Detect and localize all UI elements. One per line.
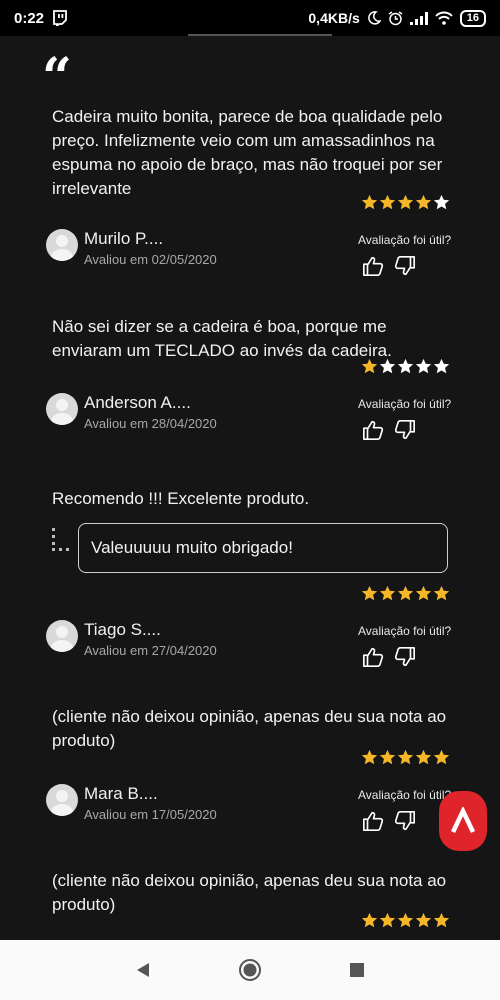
avatar (46, 784, 78, 816)
thumbs-up-icon[interactable] (362, 810, 384, 832)
star-filled-icon (415, 912, 432, 928)
star-rating (361, 749, 450, 766)
star-filled-icon (415, 749, 432, 765)
review-date: Avaliou em 02/05/2020 (84, 252, 217, 267)
home-button[interactable] (236, 956, 264, 984)
star-rating (361, 194, 450, 211)
seller-reply: Valeuuuuu muito obrigado! (78, 523, 448, 573)
review-date: Avaliou em 27/04/2020 (84, 643, 217, 658)
star-empty-icon (433, 194, 450, 210)
review-text: (cliente não deixou opinião, apenas deu … (52, 707, 447, 750)
reviewer: Mara B.... Avaliou em 17/05/2020 (46, 784, 217, 822)
star-empty-icon (397, 358, 414, 374)
helpful-label: Avaliação foi útil? (358, 624, 452, 638)
star-filled-icon (361, 749, 378, 765)
alarm-icon (388, 10, 403, 25)
helpful-label: Avaliação foi útil? (358, 397, 452, 411)
signal-icon (409, 11, 428, 25)
back-icon (137, 963, 150, 977)
reviewer: Murilo P.... Avaliou em 02/05/2020 (46, 229, 217, 267)
review-text: Recomendo !!! Excelente produto. (52, 489, 310, 508)
reply-text: Valeuuuuu muito obrigado! (91, 538, 293, 557)
helpful-label: Avaliação foi útil? (358, 233, 452, 247)
recents-icon (349, 963, 364, 977)
reviewer: Anderson A.... Avaliou em 28/04/2020 (46, 393, 217, 431)
review-date: Avaliou em 17/05/2020 (84, 807, 217, 822)
star-filled-icon (397, 912, 414, 928)
helpful-section: Avaliação foi útil? (358, 397, 468, 441)
star-rating (361, 912, 450, 929)
star-rating (361, 585, 450, 602)
star-empty-icon (433, 358, 450, 374)
star-filled-icon (379, 194, 396, 210)
review-text: Cadeira muito bonita, parece de boa qual… (52, 107, 443, 198)
reviewer: Tiago S.... Avaliou em 27/04/2020 (46, 620, 217, 658)
star-filled-icon (433, 749, 450, 765)
star-rating (361, 358, 450, 375)
quote-mark-icon: “ (42, 47, 72, 108)
reply-thread-icon (52, 528, 69, 551)
star-filled-icon (361, 912, 378, 928)
brand-logo-icon (450, 807, 476, 833)
star-filled-icon (433, 912, 450, 928)
thumbs-down-icon[interactable] (394, 419, 416, 441)
recents-button[interactable] (343, 956, 371, 984)
star-filled-icon (379, 585, 396, 601)
review-date: Avaliou em 28/04/2020 (84, 416, 217, 431)
review-text: Não sei dizer se a cadeira é boa, porque… (52, 317, 392, 360)
star-filled-icon (415, 194, 432, 210)
star-filled-icon (361, 585, 378, 601)
moon-icon (367, 11, 381, 25)
star-empty-icon (379, 358, 396, 374)
avatar (46, 229, 78, 261)
battery-indicator: 16 (459, 9, 486, 27)
home-icon (238, 959, 261, 981)
system-nav-bar (0, 940, 500, 1000)
thumbs-down-icon[interactable] (394, 810, 416, 832)
avatar (46, 620, 78, 652)
status-bar: 0:22 0,4KB/s 16 (0, 0, 500, 36)
brand-fab-button[interactable] (439, 791, 487, 851)
reviewer-name: Anderson A.... (84, 393, 191, 412)
star-filled-icon (397, 585, 414, 601)
twitch-icon (53, 10, 67, 26)
thumbs-up-icon[interactable] (362, 255, 384, 277)
avatar (46, 393, 78, 425)
thumbs-down-icon[interactable] (394, 646, 416, 668)
reviewer-name: Tiago S.... (84, 620, 161, 639)
thumbs-up-icon[interactable] (362, 419, 384, 441)
star-filled-icon (397, 749, 414, 765)
thumbs-up-icon[interactable] (362, 646, 384, 668)
review-text: (cliente não deixou opinião, apenas deu … (52, 871, 447, 914)
star-filled-icon (379, 749, 396, 765)
star-filled-icon (361, 194, 378, 210)
reviewer-name: Mara B.... (84, 784, 158, 803)
helpful-section: Avaliação foi útil? (358, 624, 468, 668)
divider (188, 34, 332, 36)
star-filled-icon (433, 585, 450, 601)
reviewer-name: Murilo P.... (84, 229, 164, 248)
thumbs-down-icon[interactable] (394, 255, 416, 277)
network-speed: 0,4KB/s (308, 10, 360, 26)
status-time: 0:22 (14, 9, 45, 27)
star-filled-icon (415, 585, 432, 601)
star-filled-icon (397, 194, 414, 210)
back-button[interactable] (129, 956, 157, 984)
helpful-section: Avaliação foi útil? (358, 233, 468, 277)
star-empty-icon (415, 358, 432, 374)
star-filled-icon (379, 912, 396, 928)
star-filled-icon (361, 358, 378, 374)
wifi-icon (435, 11, 453, 25)
